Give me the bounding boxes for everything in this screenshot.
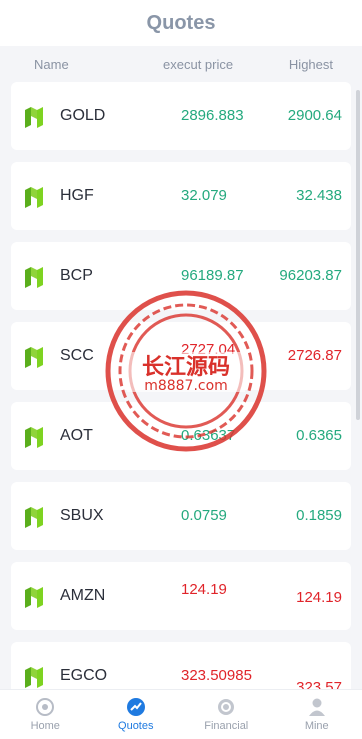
watermark-seal: 长江源码 m8887.com [105, 290, 267, 452]
quote-highest: 32.438 [296, 187, 342, 204]
quote-row[interactable]: GOLD 2896.883 2900.64 [11, 82, 351, 150]
column-name: Name [34, 56, 69, 72]
svg-text:长江源码: 长江源码 [142, 355, 230, 380]
svg-text:m8887.com: m8887.com [144, 378, 228, 394]
tab-financial[interactable]: Financial [181, 690, 272, 739]
quote-price: 2896.883 [181, 107, 244, 124]
top-bar: Quotes [0, 0, 362, 46]
coin-logo-icon [25, 347, 43, 368]
tab-label: Home [30, 720, 60, 732]
quote-symbol: SCC [60, 347, 94, 364]
coin-logo-icon [25, 667, 43, 688]
column-execut-price: execut price [163, 56, 234, 72]
quote-price: 32.079 [181, 187, 227, 204]
column-highest: Highest [288, 56, 333, 72]
quote-price: 124.19 [181, 581, 227, 598]
page-title: Quotes [146, 11, 216, 34]
quote-symbol: GOLD [60, 107, 106, 124]
quote-highest: 124.19 [296, 589, 342, 606]
coin-logo-icon [25, 107, 43, 128]
quote-row[interactable]: HGF 32.079 32.438 [11, 162, 351, 230]
tab-mine[interactable]: Mine [272, 690, 362, 739]
quote-highest: 2900.64 [287, 107, 342, 124]
tab-quotes[interactable]: Quotes [91, 690, 182, 739]
tab-label: Mine [304, 720, 329, 732]
quote-row[interactable]: AMZN 124.19 124.19 [11, 562, 351, 630]
quote-highest: 0.1859 [296, 507, 342, 524]
quote-highest: 96203.87 [279, 267, 342, 284]
quotes-icon [126, 698, 145, 716]
quote-symbol: BCP [60, 267, 93, 284]
home-icon [36, 698, 55, 716]
tab-label: Quotes [118, 720, 154, 732]
quote-symbol: SBUX [60, 507, 104, 524]
financial-icon [218, 699, 235, 715]
column-headers: Name execut price Highest [0, 46, 362, 82]
quote-symbol: AOT [60, 427, 93, 444]
quote-highest: 0.6365 [296, 427, 342, 444]
coin-logo-icon [25, 427, 43, 448]
scrollbar[interactable] [356, 90, 360, 420]
quote-price: 0.0759 [181, 507, 227, 524]
coin-logo-icon [25, 187, 43, 208]
quote-highest: 2726.87 [287, 347, 342, 364]
tab-label: Financial [204, 720, 249, 732]
quote-symbol: AMZN [60, 587, 106, 604]
coin-logo-icon [25, 507, 43, 528]
coin-logo-icon [25, 267, 43, 288]
coin-logo-icon [25, 587, 43, 608]
tab-home[interactable]: Home [0, 690, 91, 739]
quote-row[interactable]: SBUX 0.0759 0.1859 [11, 482, 351, 550]
user-icon [308, 698, 325, 716]
quote-symbol: HGF [60, 187, 94, 204]
bottom-tab-bar: Home Quotes Financial Mine [0, 689, 362, 739]
